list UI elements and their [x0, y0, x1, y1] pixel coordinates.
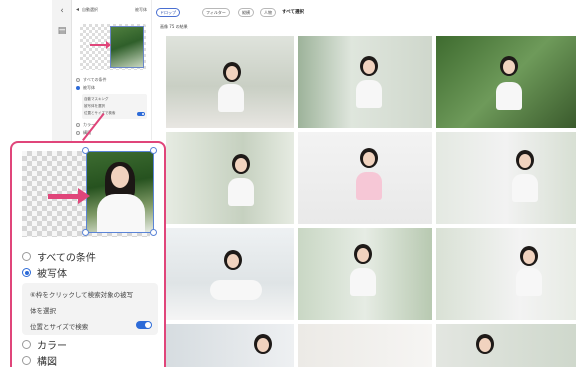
radio-icon[interactable] — [22, 356, 31, 365]
image-tile[interactable] — [298, 36, 432, 128]
side-option-subject-label: 被写体 — [83, 85, 95, 90]
resize-handle[interactable] — [82, 147, 89, 154]
radio-selected-icon[interactable] — [22, 268, 31, 277]
zoom-callout: すべての条件 被写体 ⑥枠をクリックして検索対象の被写 体を選択 位置とサイズで… — [10, 141, 166, 367]
radio-icon[interactable] — [76, 123, 80, 127]
image-tile[interactable] — [166, 36, 294, 128]
side-panel: ◂ 自動選択 被写体 すべての条件 被写体 自動マスキング 被写体を選択 位置と… — [72, 0, 152, 140]
radio-icon[interactable] — [76, 78, 80, 82]
image-tile[interactable] — [436, 132, 576, 224]
search-by-position-toggle[interactable] — [136, 321, 152, 329]
subject-options-box: ⑥枠をクリックして検索対象の被写 体を選択 位置とサイズで検索 — [22, 283, 158, 335]
option-color[interactable]: カラー — [22, 337, 67, 352]
radio-icon[interactable] — [22, 252, 31, 261]
option-all-conditions[interactable]: すべての条件 — [22, 249, 96, 264]
back-arrow-icon[interactable]: ◂ — [76, 6, 79, 13]
image-tile[interactable] — [166, 324, 294, 367]
subject-instruction-line-1: ⑥枠をクリックして検索対象の被写 — [30, 291, 134, 299]
subject-body — [97, 194, 145, 232]
option-color-label: カラー — [37, 341, 67, 352]
back-icon[interactable]: ‹ — [57, 6, 67, 16]
image-tile[interactable] — [436, 36, 576, 128]
radio-icon[interactable] — [22, 340, 31, 349]
side-panel-title: 自動選択 — [82, 7, 98, 12]
image-tile[interactable] — [436, 228, 576, 320]
side-panel-header-right[interactable]: 被写体 — [135, 7, 147, 13]
pink-arrow-icon — [48, 188, 90, 204]
search-by-position-label: 位置とサイズで検索 — [30, 323, 89, 331]
side-box-line: 位置とサイズで検索 — [84, 110, 145, 117]
image-tile[interactable] — [166, 132, 294, 224]
image-tile[interactable] — [298, 324, 432, 367]
filter-chip[interactable]: ドロップ — [156, 8, 180, 17]
side-toggle[interactable] — [137, 111, 145, 116]
side-box-line-2: 被写体を選択 — [84, 104, 105, 108]
image-tile[interactable] — [298, 132, 432, 224]
resize-handle[interactable] — [150, 147, 157, 154]
filter-chip[interactable]: 人物 — [260, 8, 276, 17]
side-box-line: 自動マスキング — [84, 96, 145, 103]
side-subject-box: 自動マスキング 被写体を選択 位置とサイズで検索 — [82, 94, 147, 119]
option-subject-label: 被写体 — [37, 269, 67, 280]
small-pink-arrow-icon — [90, 41, 111, 49]
subject-face — [111, 166, 129, 188]
filter-chip[interactable]: フィルター — [202, 8, 230, 17]
side-panel-header: ◂ 自動選択 被写体 — [76, 5, 147, 15]
side-option-all-label: すべての条件 — [83, 77, 107, 82]
image-tile[interactable] — [166, 228, 294, 320]
filter-bar: ドロップ フィルター 縦横 人物 すべて選択 — [152, 0, 576, 22]
results-info: 画像 75 の結果 — [160, 24, 188, 29]
small-subject-image[interactable] — [110, 26, 144, 68]
option-all-conditions-label: すべての条件 — [37, 253, 96, 264]
select-all-link[interactable]: すべて選択 — [282, 9, 304, 15]
option-composition[interactable]: 構図 — [22, 353, 57, 367]
image-tile[interactable] — [436, 324, 576, 367]
image-tile[interactable] — [298, 228, 432, 320]
side-panel-options: すべての条件 被写体 自動マスキング 被写体を選択 位置とサイズで検索 カラー … — [76, 76, 147, 137]
subject-selection-frame[interactable] — [86, 151, 154, 233]
radio-selected-icon[interactable] — [76, 86, 80, 90]
subject-instruction-line-2: 体を選択 — [30, 307, 56, 315]
side-option-subject[interactable]: 被写体 — [76, 84, 147, 92]
side-option-color[interactable]: カラー — [76, 121, 147, 129]
panel-icon[interactable]: ▤ — [57, 26, 67, 36]
radio-icon[interactable] — [76, 131, 80, 135]
side-box-line-1: 自動マスキング — [84, 97, 109, 101]
image-grid — [160, 36, 576, 367]
side-box-line: 被写体を選択 — [84, 103, 145, 110]
small-subject-preview — [80, 24, 146, 70]
side-option-all[interactable]: すべての条件 — [76, 76, 147, 84]
option-composition-label: 構図 — [37, 357, 57, 367]
resize-handle[interactable] — [150, 229, 157, 236]
option-subject[interactable]: 被写体 — [22, 265, 67, 280]
resize-handle[interactable] — [82, 229, 89, 236]
filter-chip[interactable]: 縦横 — [238, 8, 254, 17]
